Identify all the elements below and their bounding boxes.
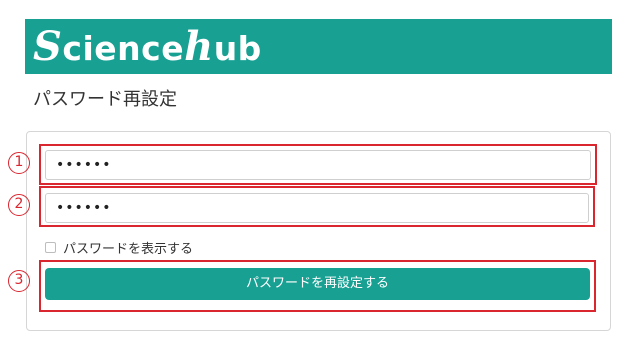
- annotation-marker-3: 3: [8, 270, 30, 292]
- annotation-marker-1: 1: [8, 152, 30, 174]
- page-title: パスワード再設定: [33, 89, 177, 110]
- annotation-marker-2: 2: [8, 194, 30, 216]
- show-password-label: パスワードを表示する: [63, 241, 194, 257]
- sciencehub-logo[interactable]: Sciencehub: [33, 25, 262, 69]
- confirm-password-input[interactable]: [45, 193, 589, 223]
- reset-password-button[interactable]: パスワードを再設定する: [45, 268, 590, 300]
- show-password-toggle[interactable]: パスワードを表示する: [45, 238, 194, 257]
- show-password-checkbox[interactable]: [45, 241, 56, 253]
- site-header: Sciencehub: [25, 19, 612, 74]
- new-password-input[interactable]: [45, 150, 591, 180]
